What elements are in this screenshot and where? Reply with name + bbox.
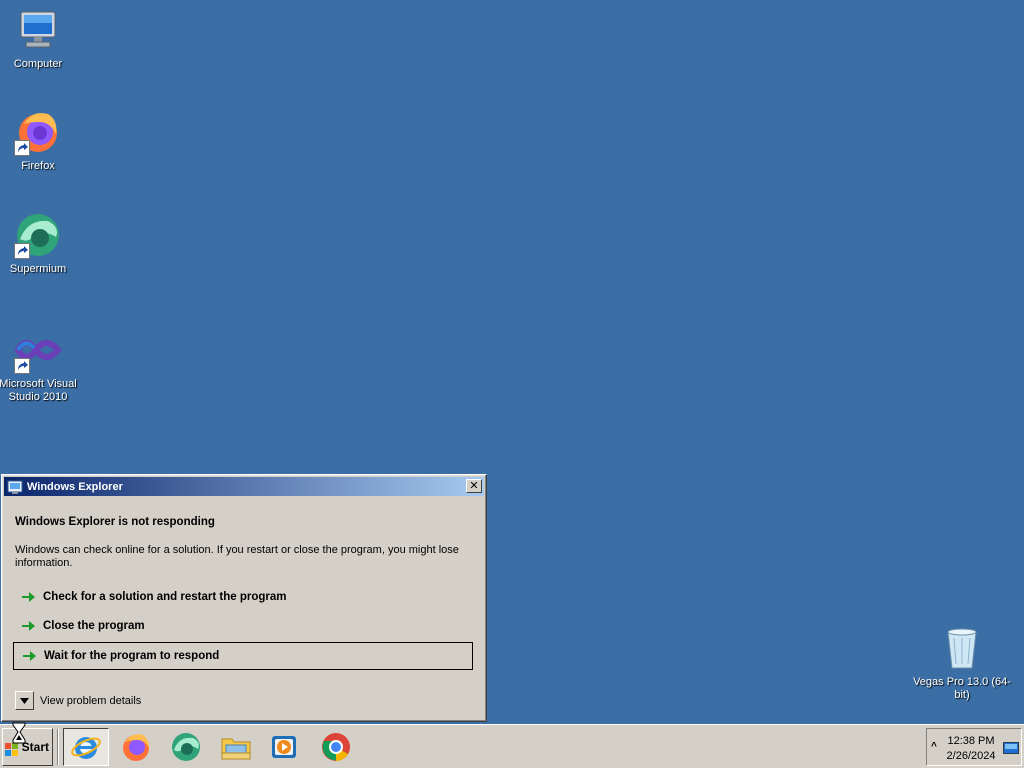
taskbar: Start ^ 12:38 PM 2/26/2024 bbox=[0, 724, 1024, 768]
chevron-down-icon bbox=[20, 697, 29, 704]
details-label: View problem details bbox=[40, 694, 142, 707]
media-player-icon bbox=[272, 736, 296, 758]
command-label: Wait for the program to respond bbox=[44, 650, 220, 662]
show-desktop-icon[interactable] bbox=[1003, 742, 1019, 754]
expand-details-button[interactable] bbox=[15, 691, 34, 710]
green-arrow-icon bbox=[23, 651, 36, 661]
taskbar-chrome[interactable] bbox=[313, 728, 359, 766]
desktop-icon-label: Vegas Pro 13.0 (64-bit) bbox=[913, 676, 1011, 701]
clock-date: 2/26/2024 bbox=[946, 750, 996, 762]
taskbar-media-player[interactable] bbox=[261, 728, 307, 766]
show-hidden-icons-button[interactable]: ^ bbox=[931, 741, 937, 752]
computer-icon bbox=[14, 6, 62, 54]
start-button[interactable]: Start bbox=[2, 728, 53, 766]
desktop-icon-firefox[interactable]: Firefox bbox=[0, 108, 76, 173]
hourglass-cursor-icon bbox=[12, 722, 26, 744]
close-program-button[interactable]: Close the program bbox=[13, 612, 473, 640]
visual-studio-icon bbox=[14, 326, 62, 374]
wait-for-program-button[interactable]: Wait for the program to respond bbox=[13, 642, 473, 670]
shortcut-arrow-icon bbox=[14, 243, 30, 259]
green-arrow-icon bbox=[22, 621, 35, 631]
command-label: Close the program bbox=[43, 620, 145, 632]
firefox-icon bbox=[14, 108, 62, 156]
desktop-icon-label: Firefox bbox=[21, 160, 55, 172]
close-button[interactable]: ✕ bbox=[466, 479, 482, 493]
desktop-icon-visual-studio[interactable]: Microsoft Visual Studio 2010 bbox=[0, 326, 77, 404]
check-solution-restart-button[interactable]: Check for a solution and restart the pro… bbox=[13, 583, 473, 611]
windows-logo-icon bbox=[5, 743, 18, 756]
taskbar-firefox[interactable] bbox=[113, 728, 159, 766]
view-problem-details[interactable]: View problem details bbox=[15, 691, 141, 710]
dialog-heading: Windows Explorer is not responding bbox=[15, 516, 215, 528]
desktop-icon-computer[interactable]: Computer bbox=[0, 6, 76, 71]
desktop-icon-label: Supermium bbox=[9, 263, 67, 275]
dialog-title: Windows Explorer bbox=[27, 480, 123, 493]
close-icon: ✕ bbox=[469, 479, 479, 492]
explorer-app-icon bbox=[7, 480, 23, 494]
chrome-icon bbox=[322, 733, 350, 761]
recycle-bin-icon bbox=[938, 624, 986, 672]
desktop-icon-label: Microsoft Visual Studio 2010 bbox=[0, 378, 77, 403]
dialog-titlebar[interactable]: Windows Explorer ✕ bbox=[4, 477, 484, 496]
taskbar-separator bbox=[57, 729, 59, 765]
firefox-icon bbox=[123, 734, 150, 761]
internet-explorer-icon bbox=[71, 737, 101, 759]
system-tray: ^ 12:38 PM 2/26/2024 bbox=[926, 728, 1022, 766]
supermium-icon bbox=[14, 211, 62, 259]
taskbar-file-explorer[interactable] bbox=[213, 728, 259, 766]
taskbar-internet-explorer[interactable] bbox=[63, 728, 109, 766]
dialog-body-text: Windows can check online for a solution.… bbox=[15, 544, 459, 569]
taskbar-supermium[interactable] bbox=[163, 728, 209, 766]
command-label: Check for a solution and restart the pro… bbox=[43, 591, 287, 603]
clock-time: 12:38 PM bbox=[947, 735, 995, 747]
desktop-icon-supermium[interactable]: Supermium bbox=[0, 211, 76, 276]
shortcut-arrow-icon bbox=[14, 140, 30, 156]
desktop-icon-vegas-pro[interactable]: Vegas Pro 13.0 (64-bit) bbox=[912, 624, 1012, 702]
shortcut-arrow-icon bbox=[14, 358, 30, 374]
supermium-icon bbox=[172, 733, 200, 761]
clock[interactable]: 12:38 PM 2/26/2024 bbox=[945, 734, 997, 764]
file-explorer-icon bbox=[221, 738, 251, 760]
desktop-icon-label: Computer bbox=[13, 58, 63, 70]
green-arrow-icon bbox=[22, 592, 35, 602]
